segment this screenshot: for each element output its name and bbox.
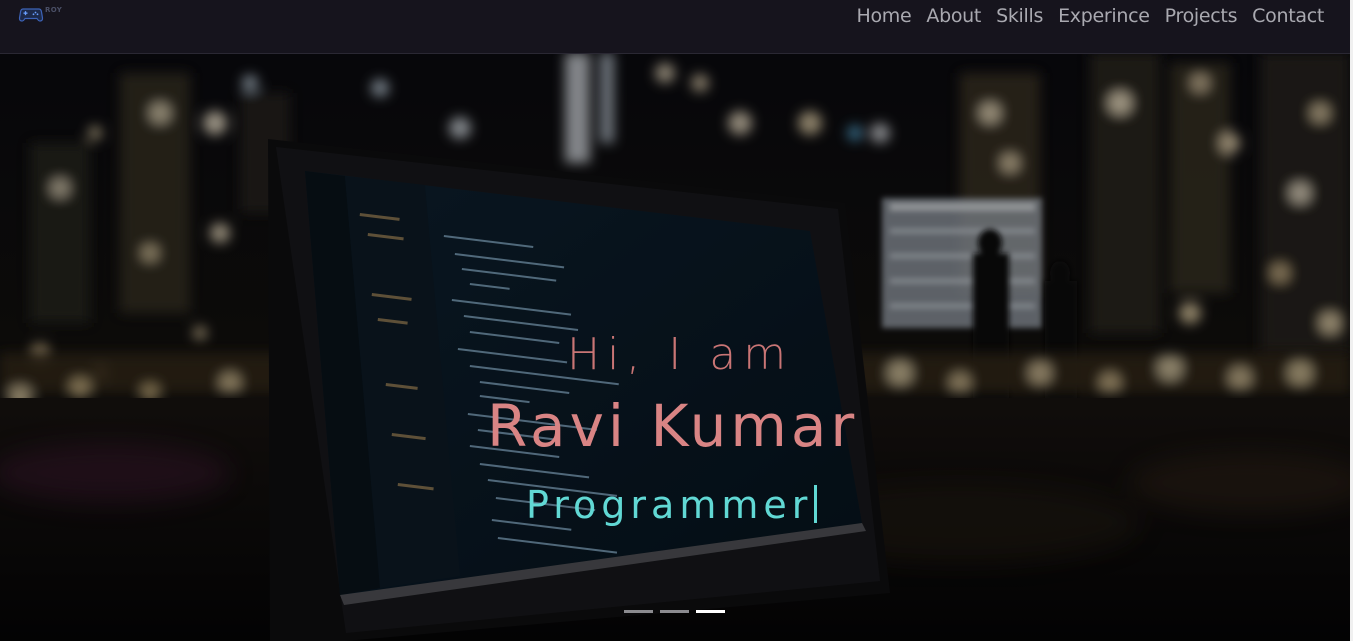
logo-text: ROY	[45, 6, 63, 14]
carousel-indicators	[624, 610, 725, 613]
hero-greeting: Hi, I am	[567, 329, 794, 380]
nav-link-home[interactable]: Home	[856, 4, 911, 28]
brand-logo[interactable]: ROY	[18, 5, 62, 23]
navbar: ROY Home About Skills Experince Projects…	[0, 0, 1350, 54]
hero-role: Programmer	[526, 483, 818, 527]
nav-link-experience[interactable]: Experince	[1058, 4, 1150, 28]
page: ROY Home About Skills Experince Projects…	[0, 0, 1353, 641]
hero-name: Ravi Kumar	[487, 392, 859, 460]
nav-link-skills[interactable]: Skills	[996, 4, 1043, 28]
nav-link-contact[interactable]: Contact	[1252, 4, 1324, 28]
hero-text: Hi, I am Ravi Kumar Programmer	[0, 53, 1350, 641]
hero-section: Hi, I am Ravi Kumar Programmer	[0, 53, 1350, 641]
carousel-indicator-3[interactable]	[696, 610, 725, 613]
typing-cursor	[814, 485, 818, 523]
nav-link-projects[interactable]: Projects	[1165, 4, 1238, 28]
hero-role-text: Programmer	[526, 483, 813, 527]
carousel-indicator-2[interactable]	[660, 610, 689, 613]
nav-links: Home About Skills Experince Projects Con…	[841, 4, 1324, 28]
gamepad-icon	[18, 5, 44, 23]
nav-link-about[interactable]: About	[926, 4, 981, 28]
carousel-indicator-1[interactable]	[624, 610, 653, 613]
